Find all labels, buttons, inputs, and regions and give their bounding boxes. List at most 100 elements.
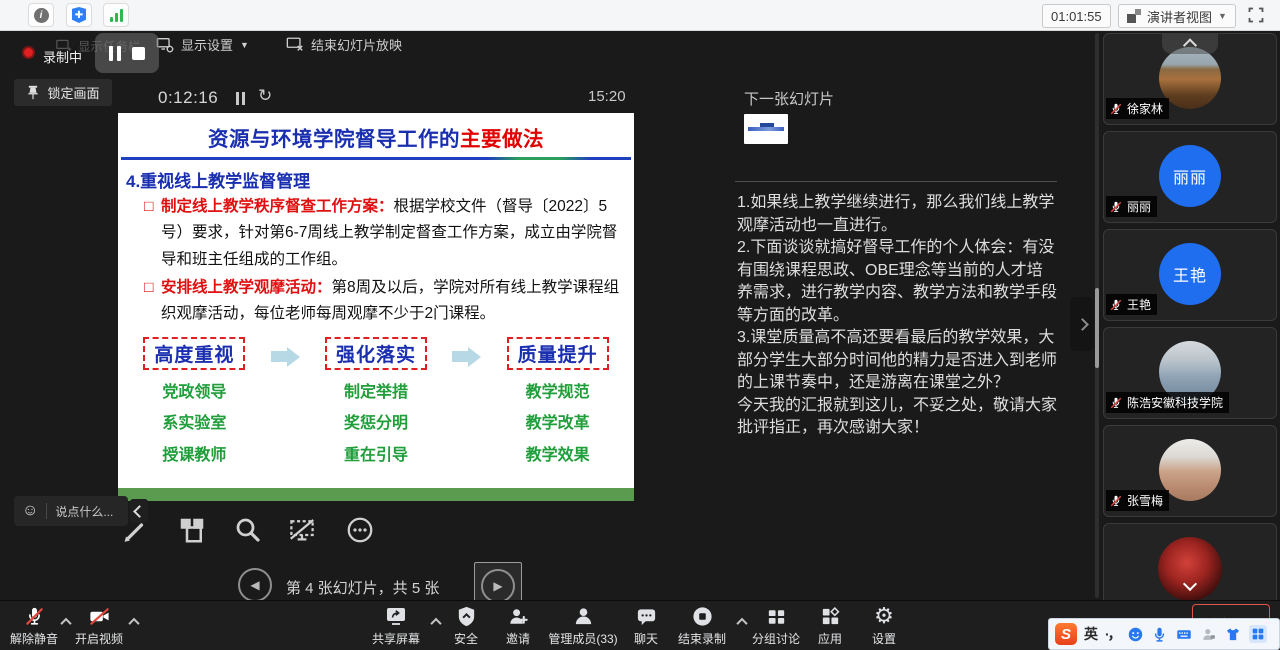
pin-icon — [26, 85, 40, 100]
avatar: 丽丽 — [1159, 145, 1221, 207]
audio-options-chevron[interactable] — [62, 613, 70, 631]
share-options-chevron[interactable] — [432, 613, 440, 631]
flow-box: 质量提升 — [507, 337, 609, 370]
ime-account-icon[interactable] — [1200, 626, 1217, 643]
chat-quick-input[interactable]: ☺ 说点什么... — [14, 496, 128, 526]
participant-name: 王艳 — [1127, 296, 1151, 313]
end-recording-button[interactable]: 结束录制 — [672, 604, 732, 647]
ime-emoji-icon[interactable] — [1127, 626, 1144, 643]
recording-options-chevron[interactable] — [738, 613, 746, 631]
apps-button[interactable]: 应用 — [808, 604, 852, 647]
participant-name-badge: 王艳 — [1106, 294, 1157, 315]
network-quality-button[interactable] — [103, 3, 129, 27]
start-video-button[interactable]: 开启视频 — [72, 604, 126, 647]
video-options-chevron[interactable] — [130, 613, 138, 631]
ime-punctuation-toggle[interactable]: ·， — [1105, 624, 1120, 644]
ime-menu-icon[interactable] — [1249, 625, 1267, 643]
slide-position-label: 第 4 张幻灯片，共 5 张 — [286, 577, 439, 598]
participant-tile[interactable]: 王艳 王艳 — [1103, 229, 1277, 321]
next-slide-button[interactable]: ▶ — [481, 569, 515, 603]
divider — [46, 503, 47, 519]
unmute-button[interactable]: 解除静音 — [8, 604, 60, 647]
current-slide: 资源与环境学院督导工作的主要做法 4.重视线上教学监督管理 □ 制定线上教学秩序… — [118, 113, 634, 501]
slide-heading: 4.重视线上教学监督管理 — [126, 167, 634, 192]
sogou-logo-icon[interactable]: S — [1055, 623, 1077, 645]
flow-item: 授课教师 — [118, 441, 271, 471]
black-screen-button[interactable] — [284, 512, 320, 548]
signal-bars-icon — [110, 9, 123, 22]
view-mode-dropdown[interactable]: 演讲者视图 ▼ — [1118, 4, 1236, 28]
zoom-tool-button[interactable] — [230, 512, 266, 548]
lock-view-button[interactable]: 锁定画面 — [14, 79, 112, 106]
pause-recording-button[interactable] — [109, 46, 121, 61]
flow-item: 教学规范 — [481, 378, 634, 408]
ime-language-toggle[interactable]: 英 — [1084, 624, 1098, 644]
chat-button[interactable]: 聊天 — [624, 604, 668, 647]
display-settings-button[interactable]: 显示设置 ▼ — [156, 35, 249, 54]
recording-status: 录制中 — [43, 47, 82, 66]
flow-box: 高度重视 — [143, 337, 245, 370]
ime-voice-icon[interactable] — [1151, 626, 1168, 643]
timer-reset-button[interactable]: ↻ — [258, 86, 272, 106]
end-slideshow-button[interactable]: 结束幻灯片放映 — [286, 35, 402, 54]
flow-column-3: 质量提升 教学规范 教学改革 教学效果 — [481, 337, 634, 471]
flow-item: 制定举措 — [300, 378, 453, 408]
slide-sorter-button[interactable] — [174, 512, 210, 548]
ime-keyboard-icon[interactable] — [1175, 626, 1193, 643]
participant-tile[interactable]: 徐家林 — [1103, 33, 1277, 125]
participant-name-badge: 丽丽 — [1106, 196, 1157, 217]
slide-footer-bar — [118, 488, 634, 501]
note-paragraph: 3.课堂质量高不高还要看最后的教学效果，大部分学生大部分时间他的精力是否进入到老… — [737, 327, 1058, 395]
flow-item: 重在引导 — [300, 441, 453, 471]
chat-placeholder: 说点什么... — [55, 503, 113, 520]
view-mode-label: 演讲者视图 — [1147, 7, 1212, 26]
previous-slide-button[interactable]: ◀ — [238, 568, 272, 602]
share-screen-button[interactable]: 共享屏幕 — [366, 604, 426, 647]
chat-bubble-icon — [635, 605, 658, 628]
breakout-rooms-button[interactable]: 分组讨论 — [746, 604, 806, 647]
chat-collapse-button[interactable] — [130, 499, 148, 523]
settings-button[interactable]: ⚙ 设置 — [862, 604, 906, 647]
invite-button[interactable]: 邀请 — [496, 604, 540, 647]
bullet-lead: 制定线上教学秩序督查工作方案： — [161, 198, 394, 215]
presentation-timer: 0:12:16 — [158, 88, 218, 108]
title-divider — [121, 157, 631, 160]
ime-skin-icon[interactable] — [1224, 626, 1242, 643]
timer-pause-button[interactable] — [236, 92, 245, 105]
caret-down-icon: ▼ — [1218, 11, 1227, 21]
fullscreen-button[interactable] — [1246, 5, 1266, 25]
note-paragraph: 2.下面谈谈就搞好督导工作的个人体会：有没有围绕课程思政、OBE理念等当前的人才… — [737, 237, 1058, 327]
recording-indicator-icon — [22, 46, 35, 59]
participant-name: 丽丽 — [1127, 198, 1151, 215]
participant-tile[interactable]: 张雪梅 — [1103, 425, 1277, 517]
participant-tile[interactable]: 陈浩安徽科技学院 — [1103, 327, 1277, 419]
more-options-button[interactable] — [342, 512, 378, 548]
manage-members-button[interactable]: 管理成员(33) — [544, 604, 622, 647]
slide-bullet-2: □ 安排线上教学观摩活动：第8周及以后，学院对所有线上教学课程组织观摩活动，每位… — [144, 275, 624, 328]
muted-mic-icon — [1109, 102, 1123, 116]
meeting-info-button[interactable]: i — [28, 3, 54, 27]
note-paragraph: 1.如果线上教学继续进行，那么我们线上教学观摩活动也一直进行。 — [737, 192, 1058, 237]
end-slideshow-label: 结束幻灯片放映 — [311, 35, 402, 54]
emoji-icon[interactable]: ☺ — [22, 503, 38, 519]
person-plus-icon — [507, 605, 530, 628]
participant-tile[interactable]: 丽丽 丽丽 — [1103, 131, 1277, 223]
security-button[interactable]: 安全 — [444, 604, 488, 647]
meeting-duration: 01:01:55 — [1042, 4, 1111, 28]
scroll-down-button[interactable] — [1185, 576, 1195, 594]
layout-icon — [1127, 9, 1141, 23]
stop-recording-button[interactable] — [132, 47, 145, 60]
sidebar-collapse-button[interactable] — [1070, 297, 1094, 351]
flow-item: 教学效果 — [481, 441, 634, 471]
slide-title: 资源与环境学院督导工作的主要做法 — [118, 122, 634, 152]
next-slide-thumbnail[interactable] — [744, 114, 788, 144]
note-paragraph: 今天我的汇报就到这儿，不妥之处，敬请大家批评指正，再次感谢大家！ — [737, 395, 1058, 440]
breakout-blocks-icon — [765, 605, 788, 628]
flow-column-1: 高度重视 党政领导 系实验室 授课教师 — [118, 337, 271, 471]
participants-scrollbar-thumb[interactable] — [1095, 288, 1099, 368]
window-titlebar: i ✚ 01:01:55 演讲者视图 ▼ — [0, 0, 1280, 31]
participant-name-badge: 张雪梅 — [1106, 490, 1169, 511]
scroll-up-button[interactable] — [1162, 34, 1218, 54]
bullet-marker: □ — [144, 275, 161, 328]
security-shield-button[interactable]: ✚ — [66, 3, 92, 27]
